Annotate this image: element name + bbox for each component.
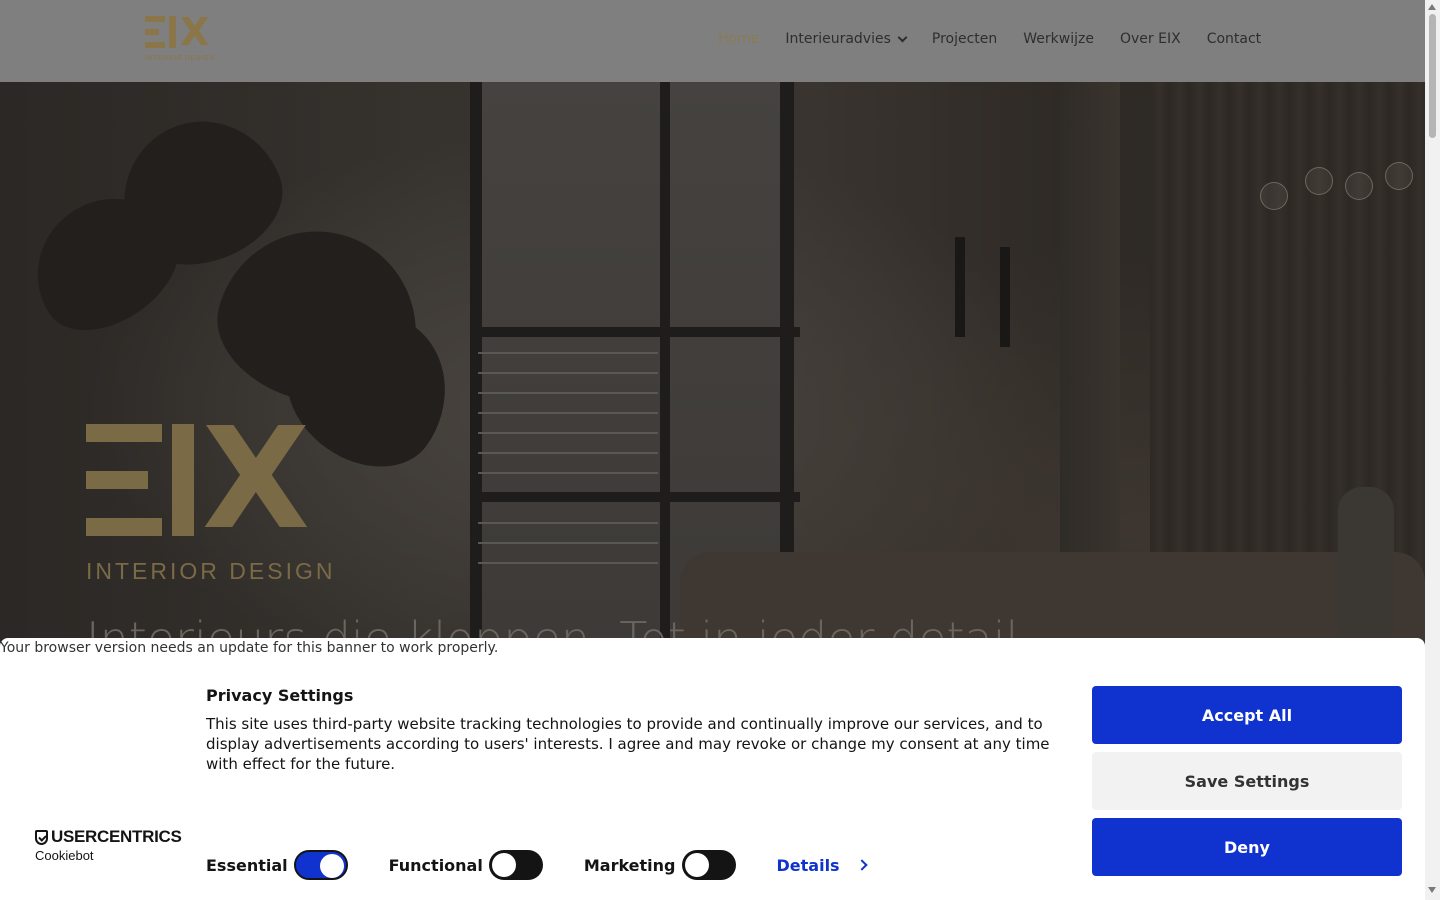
chevron-right-icon: [855, 859, 868, 871]
hero-logo: X INTERIOR DESIGN: [86, 398, 346, 584]
switch-knob: [684, 853, 709, 877]
toggle-label: Functional: [388, 855, 483, 875]
accept-all-button[interactable]: Accept All: [1092, 686, 1402, 744]
browser-update-warning: Your browser version needs an update for…: [0, 640, 499, 656]
logo-letter-x: X: [180, 10, 210, 54]
privacy-title: Privacy Settings: [206, 686, 354, 705]
hero-vase: [1338, 487, 1394, 637]
nav-item-over-eix[interactable]: Over EIX: [1120, 31, 1181, 47]
cookie-banner: Your browser version needs an update for…: [0, 638, 1425, 900]
nav-label: Contact: [1206, 31, 1262, 47]
deny-button[interactable]: Deny: [1092, 818, 1402, 876]
hero-logo-letter-i: [172, 424, 194, 536]
nav-item-contact[interactable]: Contact: [1207, 31, 1261, 47]
nav-label: Projecten: [931, 31, 998, 47]
logo-letter-e: [145, 16, 165, 48]
toggle-essential: Essential: [206, 850, 348, 880]
hero-logo-subtitle: INTERIOR DESIGN: [86, 558, 336, 584]
switch-knob: [491, 853, 516, 877]
page-scrollbar[interactable]: [1425, 0, 1440, 900]
essential-switch[interactable]: [293, 850, 348, 880]
usercentrics-brand: USERCENTRICS: [35, 827, 182, 847]
scrollbar-thumb[interactable]: [1429, 14, 1436, 138]
nav-label: Over EIX: [1119, 31, 1181, 47]
nav-label: Werkwijze: [1023, 31, 1094, 47]
consent-toggles: Essential Functional Marketing Details: [206, 850, 868, 880]
usercentrics-logo[interactable]: USERCENTRICS Cookiebot: [35, 827, 182, 863]
main-nav: Home Interieuradvies Projecten Werkwijze…: [718, 31, 1261, 47]
shield-icon: [35, 829, 48, 845]
toggle-marketing: Marketing: [584, 850, 736, 880]
nav-item-werkwijze[interactable]: Werkwijze: [1023, 31, 1094, 47]
brand-name: USERCENTRICS: [51, 827, 182, 846]
hero-logo-mark: X: [86, 398, 346, 561]
site-header: X INTERIOR DESIGN Home Interieuradvies P…: [0, 0, 1425, 82]
logo-subtitle: INTERIOR DESIGN: [145, 55, 215, 62]
nav-label: Home: [718, 31, 760, 47]
details-label: Details: [776, 855, 840, 875]
switch-knob: [319, 854, 344, 878]
toggle-label: Marketing: [583, 855, 676, 875]
details-link[interactable]: Details: [776, 855, 868, 875]
functional-switch[interactable]: [488, 850, 543, 880]
hero-logo-letter-x: X: [202, 398, 310, 561]
nav-label: Interieuradvies: [785, 31, 891, 47]
nav-item-interieuradvies[interactable]: Interieuradvies: [785, 31, 908, 47]
scroll-up-icon[interactable]: [1428, 4, 1436, 10]
chevron-down-icon: [897, 32, 908, 42]
privacy-description: This site uses third-party website track…: [206, 715, 1050, 773]
toggle-label: Essential: [206, 855, 288, 875]
save-settings-button[interactable]: Save Settings: [1092, 752, 1402, 810]
header-logo[interactable]: X INTERIOR DESIGN: [145, 10, 217, 66]
cookiebot-label: Cookiebot: [35, 848, 94, 863]
logo-letter-i: [169, 16, 176, 48]
scroll-down-icon[interactable]: [1428, 887, 1436, 893]
hero-logo-letter-e: [86, 424, 162, 536]
nav-item-home[interactable]: Home: [718, 31, 759, 47]
marketing-switch[interactable]: [681, 850, 736, 880]
toggle-functional: Functional: [389, 850, 543, 880]
nav-item-projecten[interactable]: Projecten: [932, 31, 997, 47]
logo-mark: X: [145, 10, 217, 54]
